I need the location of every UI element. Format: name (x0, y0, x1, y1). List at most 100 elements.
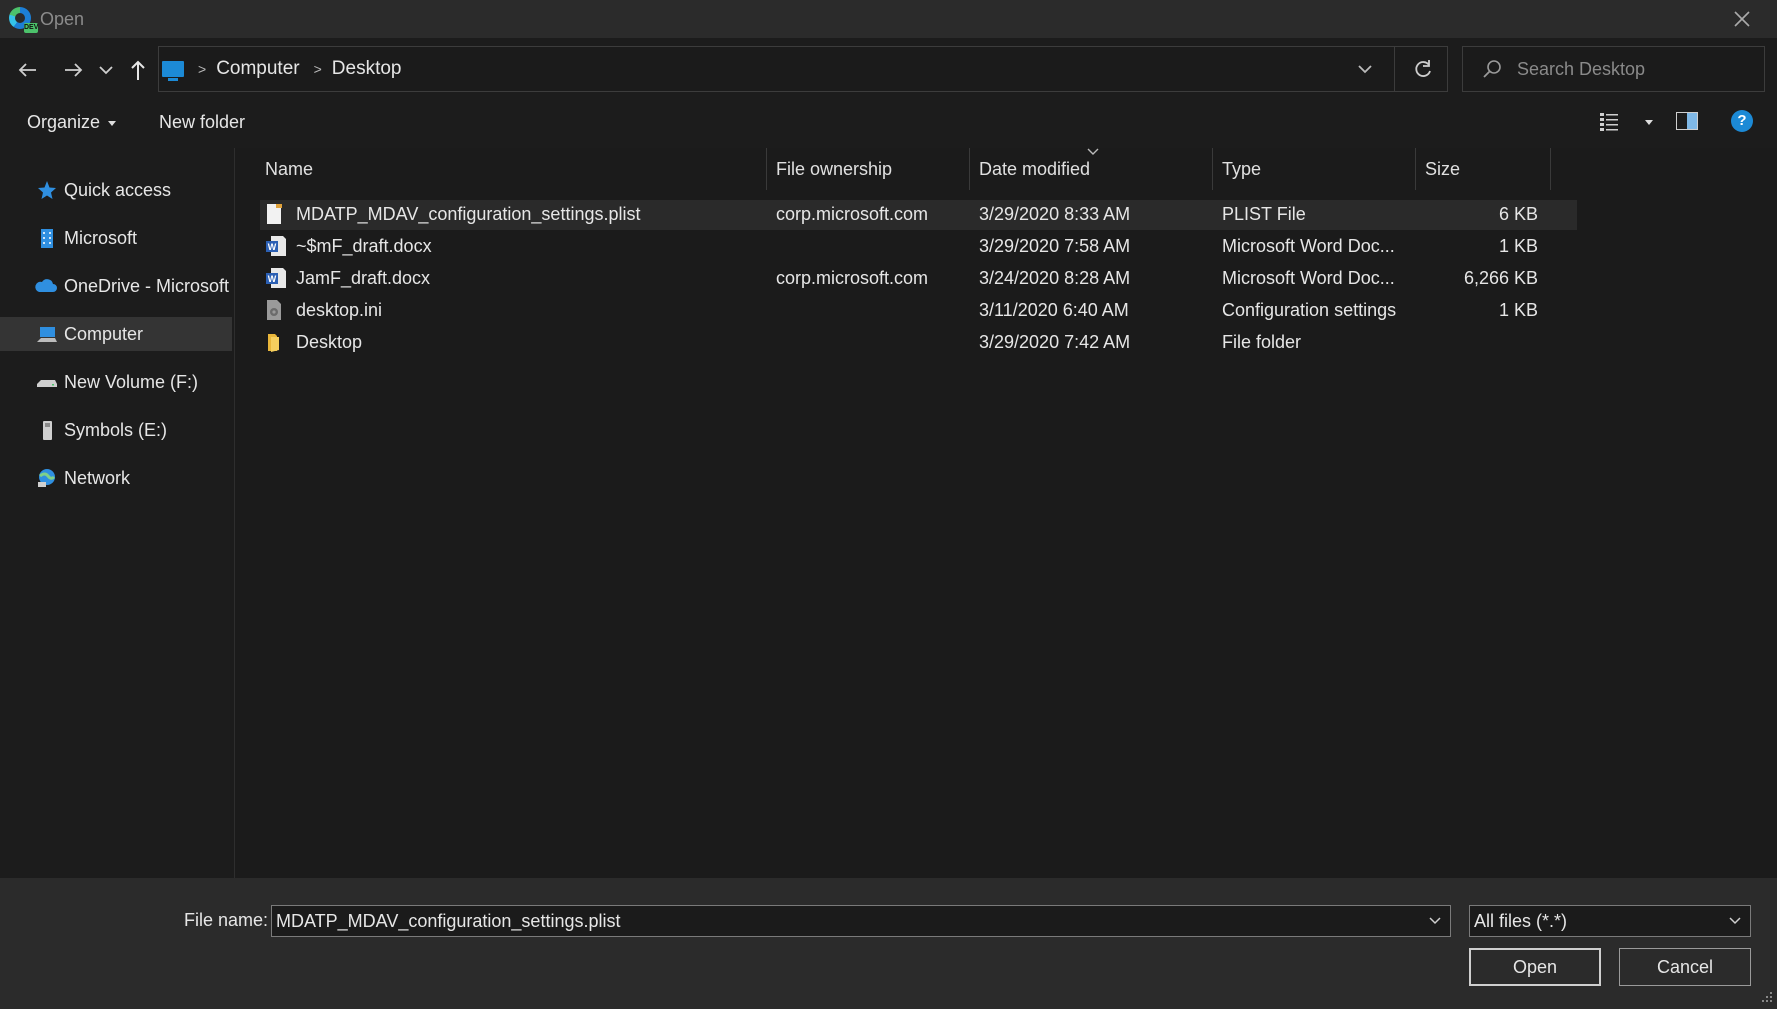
file-size: 1 KB (1498, 300, 1538, 320)
sidebar-item-onedrive[interactable]: OneDrive - Microsoft (0, 269, 232, 303)
network-icon (38, 469, 56, 487)
recent-locations-chevron-icon[interactable] (96, 56, 116, 84)
svg-text:W: W (268, 242, 277, 252)
window-title: Open (40, 8, 85, 29)
file-ownership: corp.microsoft.com (776, 268, 929, 288)
refresh-icon[interactable] (1411, 57, 1435, 81)
sidebar-item-microsoft[interactable]: Microsoft (0, 221, 232, 255)
file-type: Microsoft Word Doc... (1222, 268, 1395, 288)
file-size: 6,266 KB (1463, 268, 1538, 288)
column-divider[interactable] (1550, 148, 1551, 190)
column-divider[interactable] (1212, 148, 1213, 190)
organize-button[interactable]: Organize (27, 112, 117, 133)
organize-label: Organize (27, 112, 101, 132)
view-options-icon[interactable] (1598, 110, 1622, 134)
sidebar-item-symbols[interactable]: Symbols (E:) (0, 413, 232, 447)
chevron-down-icon (1729, 917, 1741, 925)
file-name-combobox[interactable] (271, 905, 1451, 937)
column-header-date-modified[interactable]: Date modified (979, 148, 1090, 190)
search-box[interactable] (1462, 46, 1765, 92)
plist-file-icon (267, 204, 282, 224)
file-type-value: All files (*.*) (1474, 910, 1568, 931)
address-bar[interactable]: > Computer > Desktop (158, 46, 1448, 92)
drive-icon (37, 380, 57, 387)
file-name: desktop.ini (296, 300, 383, 320)
sidebar-item-network[interactable]: Network (0, 461, 232, 495)
star-icon (38, 181, 56, 199)
search-icon (1483, 60, 1501, 78)
word-doc-icon: W (266, 268, 286, 288)
new-folder-button[interactable]: New folder (159, 112, 245, 133)
building-icon (41, 229, 53, 248)
address-row: > Computer > Desktop (0, 38, 1777, 98)
sidebar-item-computer[interactable]: Computer (0, 317, 232, 351)
file-row[interactable]: W ~$mF_draft.docx 3/29/2020 7:58 AM Micr… (260, 232, 1777, 262)
file-date: 3/29/2020 8:33 AM (979, 204, 1131, 224)
cancel-button[interactable]: Cancel (1619, 948, 1751, 986)
back-arrow-icon[interactable] (14, 56, 42, 84)
sidebar-item-label: Computer (64, 323, 144, 344)
column-divider[interactable] (766, 148, 767, 190)
column-divider[interactable] (1415, 148, 1416, 190)
file-name: MDATP_MDAV_configuration_settings.plist (296, 204, 641, 224)
help-icon[interactable]: ? (1731, 110, 1753, 132)
file-size: 1 KB (1498, 236, 1538, 256)
file-type: Microsoft Word Doc... (1222, 236, 1395, 256)
file-type: Configuration settings (1222, 300, 1397, 320)
file-name-label: File name: (184, 910, 269, 930)
address-divider (1394, 47, 1395, 91)
navigation-pane: Quick access Microsoft OneDrive - Micros… (0, 148, 235, 878)
breadcrumb-separator: > (198, 61, 207, 77)
sidebar-item-label: Symbols (E:) (64, 419, 168, 440)
caret-down-icon (108, 120, 117, 126)
computer-icon (37, 327, 57, 342)
file-row[interactable]: desktop.ini 3/11/2020 6:40 AM Configurat… (260, 296, 1777, 326)
file-list: Name File ownership Date modified Type S… (235, 148, 1777, 878)
file-row[interactable]: MDATP_MDAV_configuration_settings.plist … (260, 200, 1577, 230)
open-button[interactable]: Open (1469, 948, 1601, 986)
column-header-file-ownership[interactable]: File ownership (776, 148, 892, 190)
file-type: File folder (1222, 332, 1302, 352)
file-date: 3/29/2020 7:42 AM (979, 332, 1131, 352)
command-toolbar: Organize New folder ? (0, 98, 1777, 148)
resize-grip-icon[interactable] (1761, 991, 1773, 1003)
file-type: PLIST File (1222, 204, 1306, 224)
cloud-icon (35, 279, 57, 292)
preview-pane-icon[interactable] (1676, 112, 1698, 130)
file-ownership: corp.microsoft.com (776, 204, 929, 224)
file-size: 6 KB (1498, 204, 1538, 224)
column-divider[interactable] (969, 148, 970, 190)
column-header-size[interactable]: Size (1425, 148, 1460, 190)
file-name-input[interactable] (276, 910, 1396, 932)
sidebar-item-quick-access[interactable]: Quick access (0, 173, 232, 207)
address-dropdown-icon[interactable] (1355, 59, 1375, 79)
settings-file-icon (267, 300, 281, 320)
dialog-footer: File name: All files (*.*) Open Cancel (0, 878, 1777, 1009)
edge-app-icon: DEV (8, 6, 38, 33)
sidebar-item-new-volume[interactable]: New Volume (F:) (0, 365, 232, 399)
up-arrow-icon[interactable] (124, 56, 152, 84)
file-name: JamF_draft.docx (296, 268, 431, 288)
sidebar-item-label: New Volume (F:) (64, 371, 199, 392)
column-header-name[interactable]: Name (265, 148, 313, 190)
forward-arrow-icon[interactable] (59, 56, 87, 84)
usb-drive-icon (43, 421, 52, 440)
search-input[interactable] (1517, 58, 1747, 80)
file-date: 3/11/2020 6:40 AM (979, 300, 1129, 320)
title-bar: DEV Open (0, 0, 1777, 38)
view-options-caret-icon[interactable] (1645, 120, 1653, 125)
file-row[interactable]: W JamF_draft.docx corp.microsoft.com 3/2… (260, 264, 1777, 294)
chevron-down-icon[interactable] (1428, 914, 1442, 928)
computer-icon (162, 61, 184, 81)
sidebar-item-label: Microsoft (64, 227, 138, 248)
file-row[interactable]: Desktop 3/29/2020 7:42 AM File folder (260, 328, 1777, 358)
breadcrumb-separator: > (313, 61, 322, 77)
file-date: 3/29/2020 7:58 AM (979, 236, 1131, 256)
close-icon[interactable] (1729, 6, 1755, 32)
svg-text:W: W (268, 274, 277, 284)
file-type-select[interactable]: All files (*.*) (1469, 905, 1751, 937)
sidebar-item-label: Network (64, 467, 131, 488)
column-header-type[interactable]: Type (1222, 148, 1261, 190)
breadcrumb-computer[interactable]: Computer (216, 58, 299, 80)
breadcrumb-desktop[interactable]: Desktop (332, 58, 402, 80)
